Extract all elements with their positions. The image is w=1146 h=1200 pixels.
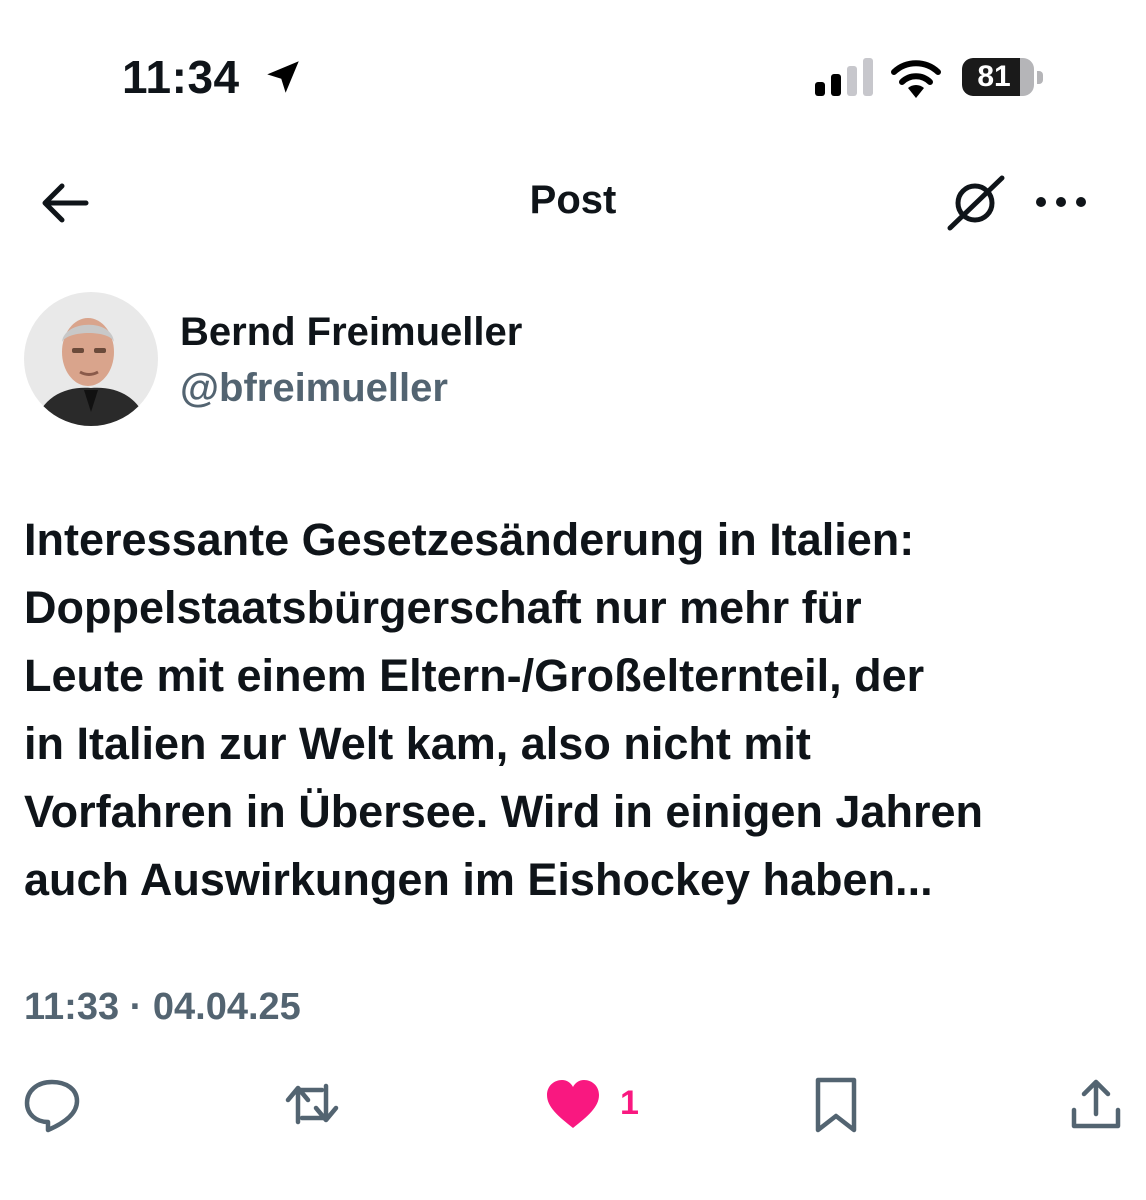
- post-timestamp[interactable]: 11:33 · 04.04.25: [24, 986, 301, 1029]
- heart-icon[interactable]: [544, 1076, 602, 1134]
- wifi-icon: [891, 60, 941, 98]
- battery-body: 81: [962, 58, 1034, 96]
- post-text: Interessante Gesetzesänderung in Italien…: [24, 506, 1134, 914]
- share-icon[interactable]: [1066, 1074, 1126, 1134]
- battery-cap: [1037, 71, 1043, 84]
- avatar-image: [24, 292, 158, 426]
- post-line: Vorfahren in Übersee. Wird in einigen Ja…: [24, 786, 983, 837]
- grok-icon[interactable]: [944, 172, 1008, 232]
- cellular-signal-icon: [815, 58, 873, 96]
- post-line: Doppelstaatsbürgerschaft nur mehr für: [24, 582, 862, 633]
- author-name[interactable]: Bernd Freimueller: [180, 310, 522, 355]
- battery-icon: 81: [962, 58, 1044, 98]
- battery-level: 81: [977, 60, 1011, 93]
- post-line: Interessante Gesetzesänderung in Italien…: [24, 514, 915, 565]
- repost-icon[interactable]: [282, 1074, 342, 1134]
- reply-icon[interactable]: [22, 1074, 82, 1134]
- author-handle[interactable]: @bfreimueller: [180, 366, 448, 411]
- location-arrow-icon: [267, 61, 299, 93]
- more-icon[interactable]: [1032, 180, 1090, 224]
- status-time: 11:34: [122, 51, 240, 103]
- post-line: in Italien zur Welt kam, also nicht mit: [24, 718, 811, 769]
- post-line: Leute mit einem Eltern-/Großelternteil, …: [24, 650, 925, 701]
- avatar[interactable]: [24, 292, 158, 426]
- like-count[interactable]: 1: [620, 1084, 639, 1123]
- post-line: auch Auswirkungen im Eishockey haben...: [24, 854, 933, 905]
- bookmark-icon[interactable]: [806, 1074, 866, 1134]
